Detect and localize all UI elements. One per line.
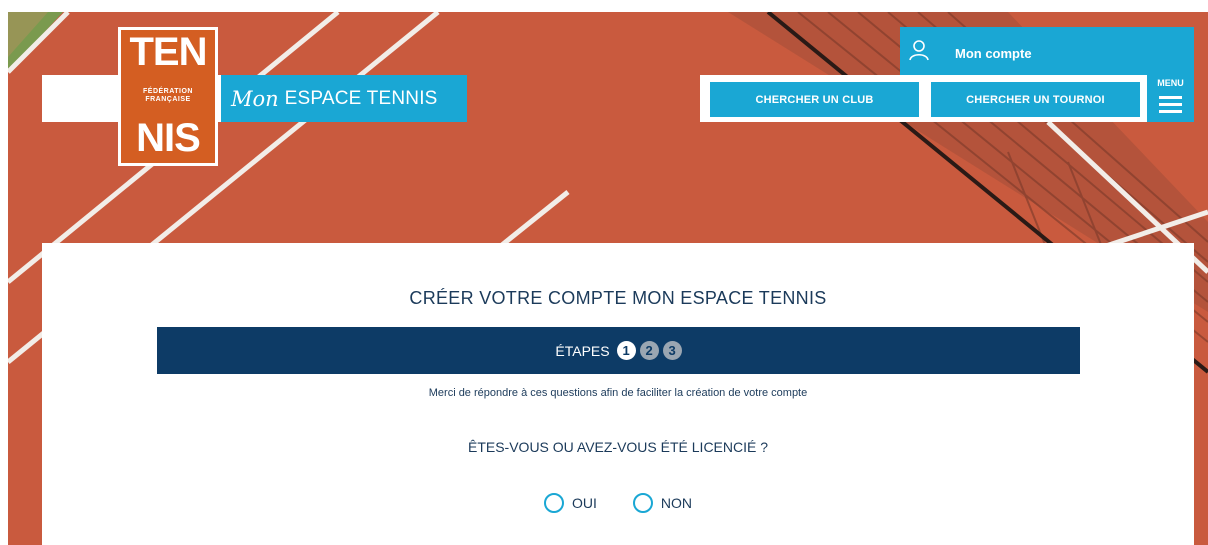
license-question: ÊTES-VOUS OU AVEZ-VOUS ÉTÉ LICENCIÉ ? (467, 439, 769, 455)
search-tournament-button[interactable]: CHERCHER UN TOURNOI (931, 82, 1140, 117)
logo-nis: NIS (136, 116, 201, 160)
radio-non-circle[interactable] (632, 493, 653, 513)
intro-text: Merci de répondre à ces questions afin d… (428, 387, 808, 399)
menu-label: MENU (1157, 78, 1184, 88)
account-label: Mon compte (955, 46, 1032, 61)
radio-oui-label: OUI (571, 495, 597, 511)
steps-bar: ÉTAPES 1 2 3 (157, 327, 1080, 374)
user-icon (909, 40, 929, 61)
brand-mon: Mon (231, 86, 279, 111)
step-2-indicator: 2 (639, 341, 659, 360)
radio-oui-circle[interactable] (543, 493, 564, 513)
step-3-indicator: 3 (662, 341, 682, 360)
page-title: CRÉER VOTRE COMPTE MON ESPACE TENNIS (409, 288, 827, 308)
menu-button[interactable]: MENU (1147, 75, 1194, 122)
brand-title[interactable]: Mon ESPACE TENNIS (221, 75, 467, 122)
step-1-indicator: 1 (616, 341, 636, 360)
logo-ten: TEN (129, 30, 208, 74)
license-radio-group: OUI NON (42, 493, 1194, 513)
radio-non[interactable]: NON (632, 493, 692, 513)
search-club-button[interactable]: CHERCHER UN CLUB (710, 82, 919, 117)
account-link[interactable]: Mon compte (900, 27, 1194, 75)
brand-espace-tennis: ESPACE TENNIS (284, 87, 438, 109)
steps-label: ÉTAPES (555, 342, 610, 359)
radio-non-label: NON (660, 495, 692, 511)
logo-federation: FÉDÉRATION FRANÇAISE (143, 88, 193, 103)
radio-oui[interactable]: OUI (543, 493, 597, 513)
fft-logo[interactable]: TEN FÉDÉRATION FRANÇAISE NIS (118, 27, 218, 166)
logo-badge: TEN FÉDÉRATION FRANÇAISE NIS (121, 30, 215, 163)
signup-card: CRÉER VOTRE COMPTE MON ESPACE TENNIS ÉTA… (42, 243, 1194, 545)
